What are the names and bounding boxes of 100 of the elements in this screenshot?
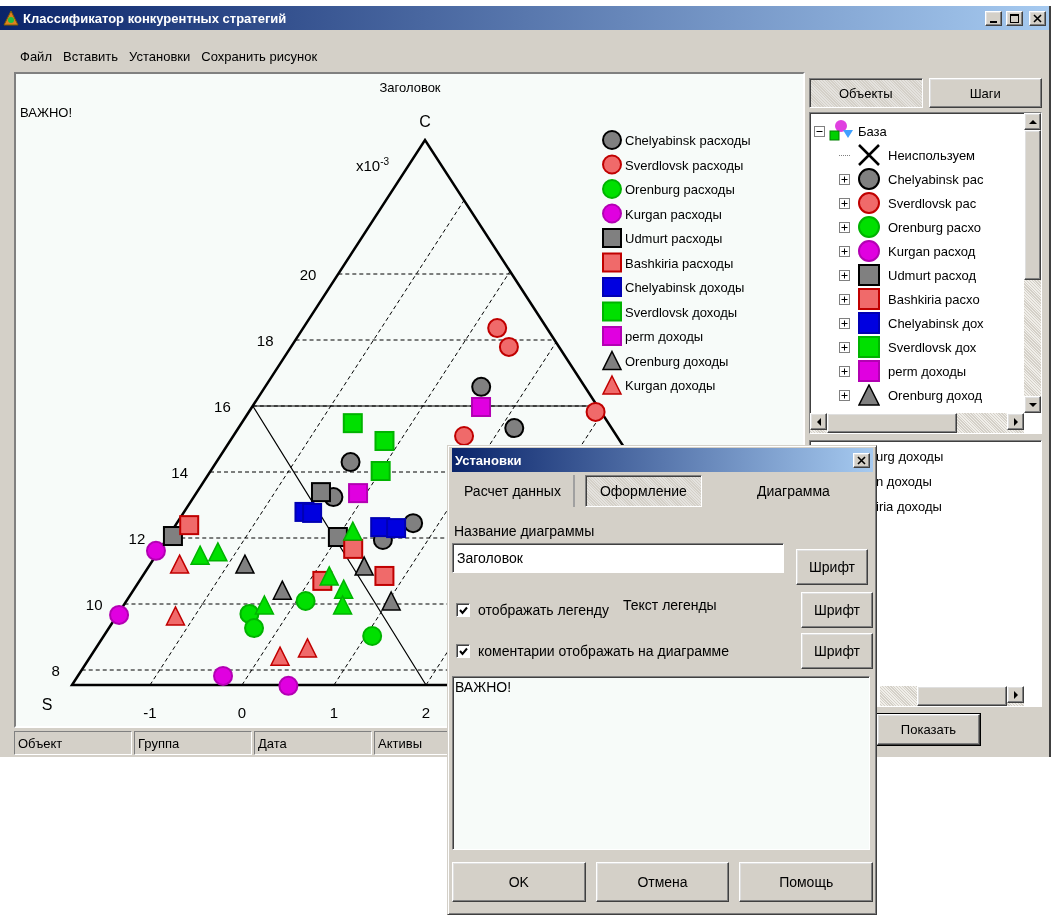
horizontal-scrollbar[interactable] <box>810 413 1024 433</box>
legend-label: perm доходы <box>625 329 704 344</box>
scroll-right-button[interactable] <box>1007 686 1024 703</box>
data-point <box>213 665 234 686</box>
tree-item[interactable]: Chelyabinsk рас <box>888 171 984 187</box>
data-point <box>348 483 369 504</box>
tree-item[interactable]: Неиспользуем <box>888 147 976 163</box>
tree-item[interactable]: Orenburg расхо <box>888 219 982 235</box>
data-point <box>374 431 395 451</box>
tree-item[interactable]: Sverdlovsk рас <box>888 195 977 211</box>
data-point <box>169 553 190 574</box>
tree-item[interactable]: База <box>858 123 887 139</box>
checkbox[interactable] <box>456 644 470 658</box>
tree-item[interactable]: Bashkiria расхо <box>888 291 980 307</box>
comment-text-area[interactable]: ВАЖНО! <box>452 676 870 850</box>
dialog-button[interactable]: Помощь <box>739 862 873 902</box>
close-button[interactable] <box>1029 10 1046 26</box>
axis-tick-label: 18 <box>256 332 274 349</box>
data-point <box>295 591 316 612</box>
data-point <box>362 626 383 646</box>
data-point <box>403 513 424 534</box>
scroll-left-button[interactable] <box>810 413 827 430</box>
vertical-scrollbar[interactable] <box>1024 113 1041 413</box>
data-point <box>342 413 363 434</box>
close-icon <box>857 455 866 465</box>
list-item[interactable]: n доходы <box>876 474 932 499</box>
list-item[interactable]: iria доходы <box>876 499 942 524</box>
expand-icon[interactable] <box>839 269 850 281</box>
axis-tick-label: 0 <box>237 704 247 721</box>
axis-tick-label: 1 <box>329 704 339 721</box>
axis-tick-label: 12 <box>128 530 146 547</box>
tab[interactable]: Объекты <box>809 78 923 108</box>
data-point <box>272 579 293 600</box>
expand-icon[interactable] <box>839 317 850 329</box>
tree-item[interactable]: Orenburg доход <box>888 387 983 403</box>
axis-tick-label: 2 <box>421 704 431 721</box>
tab[interactable]: Расчет данных <box>452 475 575 507</box>
font-button[interactable]: Шрифт <box>801 592 873 628</box>
scroll-down-button[interactable] <box>1024 396 1041 413</box>
expand-icon[interactable] <box>839 173 850 185</box>
dialog-button[interactable]: OK <box>452 862 586 902</box>
data-point <box>471 397 492 417</box>
font-button[interactable]: Шрифт <box>796 549 868 585</box>
vertex-label: C <box>419 113 431 130</box>
checkbox-label[interactable]: коментарии отображать на диаграмме <box>478 643 729 659</box>
data-point <box>498 336 519 357</box>
vertex-label: S <box>41 696 53 713</box>
expand-icon[interactable] <box>839 341 850 353</box>
data-point <box>278 675 299 696</box>
expand-icon[interactable] <box>839 197 850 209</box>
scroll-right-button[interactable] <box>1007 413 1024 430</box>
tree-item[interactable]: Udmurt расход <box>888 267 977 283</box>
data-point <box>234 553 256 574</box>
expand-icon[interactable] <box>839 221 850 233</box>
data-point <box>302 502 323 523</box>
legend-label: Chelyabinsk доходы <box>625 280 745 295</box>
tree-item[interactable]: perm доходы <box>888 363 967 379</box>
legend-label: Orenburg доходы <box>625 353 729 369</box>
show-button[interactable]: Показать <box>877 714 980 745</box>
data-point <box>504 418 525 439</box>
axis-tick-label: 20 <box>299 266 317 283</box>
tree-item[interactable]: Chelyabinsk дох <box>888 315 984 331</box>
close-button[interactable] <box>853 452 870 468</box>
collapse-icon[interactable] <box>814 125 825 137</box>
expand-icon[interactable] <box>839 365 850 377</box>
dialog-button[interactable]: Отмена <box>595 862 730 902</box>
checkmark-icon <box>458 646 468 656</box>
expand-icon[interactable] <box>839 293 850 305</box>
menu-item[interactable]: Вставить <box>58 49 126 68</box>
scroll-up-button[interactable] <box>1024 113 1041 130</box>
data-point <box>189 544 211 565</box>
status-bar-cell: Объект <box>14 731 132 755</box>
maximize-button[interactable] <box>1006 10 1023 26</box>
title-input-field[interactable]: Заголовок <box>452 543 784 573</box>
font-button[interactable]: Шрифт <box>801 633 873 669</box>
tab[interactable]: Оформление <box>584 475 702 507</box>
minimize-button[interactable] <box>985 10 1002 26</box>
field-label: Название диаграммы <box>454 523 596 539</box>
expand-icon[interactable] <box>839 389 850 401</box>
menu-item[interactable]: Файл <box>16 49 59 68</box>
menu-item[interactable]: Сохранить рисунок <box>197 49 325 68</box>
menu-item[interactable]: Установки <box>125 49 198 68</box>
triangle-arrow-icon <box>1011 690 1020 699</box>
legend-label: Orenburg расходы <box>625 182 735 197</box>
horizontal-scrollbar[interactable] <box>880 686 1024 706</box>
checkbox-label[interactable]: отображать легенду <box>478 602 609 618</box>
tab[interactable]: Диаграмма <box>713 475 873 507</box>
data-point <box>327 527 348 547</box>
expand-icon[interactable] <box>839 245 850 257</box>
data-point <box>342 520 363 541</box>
status-bar-cell: Группа <box>134 731 252 755</box>
data-point <box>254 594 275 615</box>
data-point <box>471 376 492 397</box>
tree-item[interactable]: Kurgan расход <box>888 243 976 259</box>
checkbox[interactable] <box>456 603 470 617</box>
tab[interactable]: Шаги <box>928 78 1042 108</box>
tree-item[interactable]: Sverdlovsk дох <box>888 339 977 355</box>
data-point <box>374 565 395 586</box>
list-item[interactable]: urg доходы <box>876 449 944 474</box>
scale-label: x10$^{-3}$ <box>356 156 390 174</box>
